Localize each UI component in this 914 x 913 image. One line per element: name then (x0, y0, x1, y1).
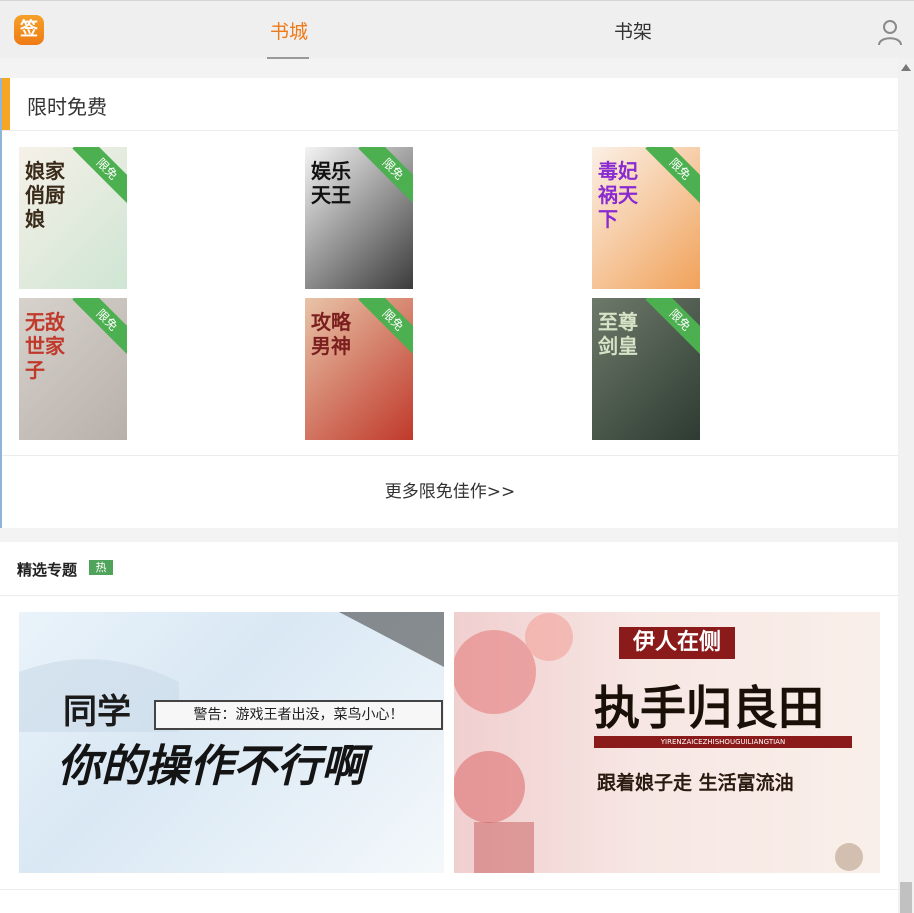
section-title: 精选专题 (17, 561, 78, 579)
page-scrollbar[interactable] (898, 58, 914, 913)
free-books-panel: 限时免费 娘家俏厨娘 限免 娱乐天王 限免 毒妃祸天下 限免 无敌世家子 限免 … (0, 78, 898, 528)
app-logo-icon[interactable]: 签 (14, 15, 44, 45)
free-badge: 限免 (72, 147, 127, 204)
book-title: 至尊剑皇 (598, 310, 638, 358)
free-badge: 限免 (358, 298, 413, 355)
book-title: 毒妃祸天下 (598, 159, 638, 231)
free-badge: 限免 (72, 298, 127, 355)
book-title: 娱乐天王 (311, 159, 351, 207)
tab-bookshelf[interactable]: 书架 (614, 17, 652, 44)
free-badge: 限免 (645, 298, 700, 355)
topic-banner-game[interactable]: 同学 警告：游戏王者出没，菜鸟小心！ 你的操作不行啊 (19, 612, 444, 873)
book-title: 娘家俏厨娘 (25, 159, 65, 231)
tab-bookstore[interactable]: 书城 (270, 17, 308, 44)
more-free-books-link[interactable]: 更多限免佳作>> (2, 455, 898, 529)
topics-section-header: 精选专题 热 (0, 542, 898, 596)
free-badge: 限免 (645, 147, 700, 204)
section-title: 限时免费 (27, 95, 107, 119)
free-section-header: 限时免费 (2, 78, 898, 131)
banner-headline: 执手归良田 (594, 681, 824, 735)
featured-topics-panel: 精选专题 热 同学 警告：游戏王者出没，菜鸟小心！ 你的操作不行啊 伊人在侧 执… (0, 542, 898, 913)
hot-badge: 热 (89, 560, 113, 575)
banner-pinyin: YIRENZAICEZHISHOUGUILIANGTIAN (594, 736, 852, 748)
book-cover[interactable]: 娘家俏厨娘 限免 (19, 147, 127, 289)
banner-headline: 你的操作不行啊 (57, 741, 365, 792)
top-nav-bar: 签 书城 书架 (0, 0, 914, 59)
book-title: 攻略男神 (311, 310, 351, 358)
banner-subline: 跟着娘子走 生活富流油 (597, 772, 794, 794)
scroll-up-arrow-icon[interactable] (901, 64, 911, 71)
section-divider (0, 889, 898, 890)
free-badge: 限免 (358, 147, 413, 204)
topic-banner-romance[interactable]: 伊人在侧 执手归良田 YIRENZAICEZHISHOUGUILIANGTIAN… (454, 612, 880, 873)
book-cover[interactable]: 毒妃祸天下 限免 (592, 147, 700, 289)
section-accent-bar (2, 78, 10, 130)
banner-tag: 伊人在侧 (619, 627, 735, 659)
book-cover[interactable]: 娱乐天王 限免 (305, 147, 413, 289)
book-title: 无敌世家子 (25, 310, 65, 382)
active-tab-underline (267, 57, 309, 59)
banner-warning: 警告：游戏王者出没，菜鸟小心！ (154, 700, 443, 730)
banner-text: 同学 (63, 692, 131, 732)
user-profile-icon[interactable] (876, 18, 904, 46)
book-cover[interactable]: 攻略男神 限免 (305, 298, 413, 440)
book-cover[interactable]: 无敌世家子 限免 (19, 298, 127, 440)
scrollbar-thumb[interactable] (900, 882, 912, 913)
book-cover[interactable]: 至尊剑皇 限免 (592, 298, 700, 440)
